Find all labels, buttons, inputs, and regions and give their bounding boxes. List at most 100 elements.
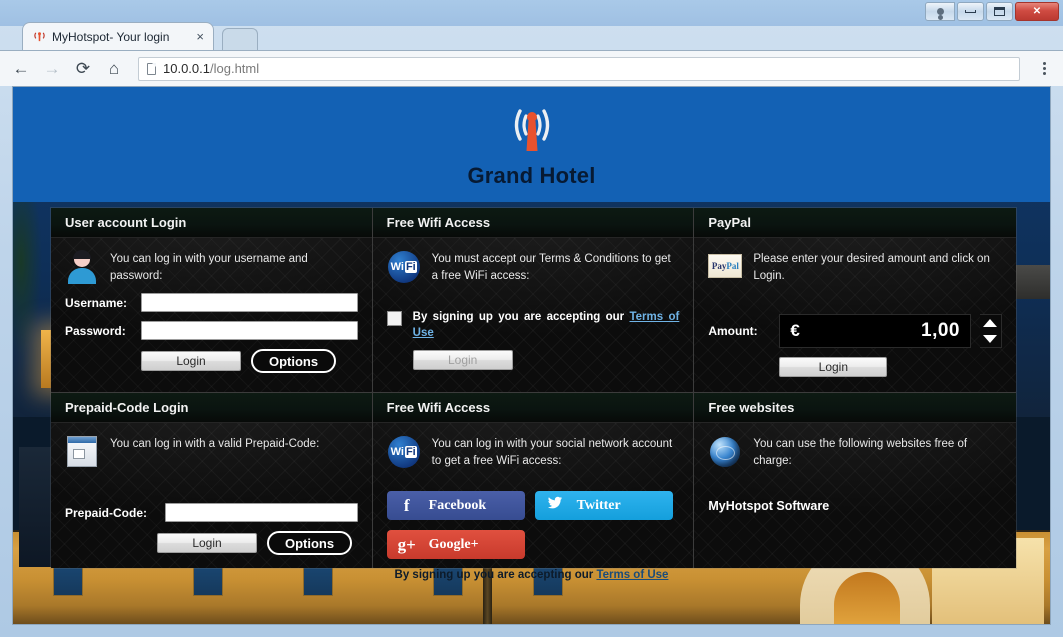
amount-label: Amount: (708, 324, 758, 339)
googleplus-label: Google+ (428, 536, 479, 552)
prepaid-options-button[interactable]: Options (267, 531, 353, 555)
wifi-antenna-icon (489, 103, 575, 163)
tab-close-button[interactable]: × (193, 29, 207, 44)
panel-intro-text: You can use the following websites free … (753, 438, 968, 467)
terms-checkbox[interactable] (386, 311, 402, 327)
username-label: Username: (65, 295, 128, 310)
username-input[interactable] (141, 293, 358, 313)
panel-intro: You can use the following websites free … (708, 435, 1002, 469)
panel-body: Pay Pal Please enter your desired amount … (694, 238, 1016, 392)
user-login-button[interactable]: Login (141, 351, 241, 372)
menu-dot (1042, 72, 1046, 75)
myhotspot-software-link[interactable]: MyHotspot Software (708, 499, 1002, 513)
paypal-login-button[interactable]: Login (779, 357, 888, 378)
terms-text: By signing up you are accepting our Term… (413, 310, 680, 341)
paypal-logo: Pay Pal (708, 254, 743, 278)
password-field-row: Password: (65, 321, 358, 341)
terms-text-prefix: By signing up you are accepting our (412, 311, 630, 324)
free-wifi-login-button[interactable]: Login (412, 350, 513, 371)
panel-prepaid-code-login: Prepaid-Code Login You can log in with a… (51, 393, 373, 568)
terms-checkbox-row: By signing up you are accepting our Term… (386, 310, 680, 341)
facebook-label: Facebook (428, 497, 487, 513)
new-tab-button[interactable] (222, 28, 258, 50)
panel-intro: Wi Fi You can log in with your social net… (387, 435, 680, 469)
panel-body: Wi Fi You must accept our Terms & Conditi… (373, 238, 694, 392)
browser-menu-button[interactable] (1035, 62, 1053, 75)
panel-button-row: Login Options (65, 531, 358, 555)
browser-window: ✕ MyHotspot- Your login × ← → ⟳ ⌂ 10.0.0… (0, 0, 1063, 637)
currency-symbol: € (790, 321, 800, 341)
panel-body: You can log in with your username and pa… (51, 238, 372, 392)
panel-title: Prepaid-Code Login (65, 400, 189, 415)
address-bar[interactable]: 10.0.0.1/log.html (138, 56, 1020, 81)
maximize-button[interactable] (986, 2, 1013, 21)
panel-header: PayPal (694, 208, 1016, 238)
tab-title: MyHotspot- Your login (52, 29, 170, 44)
user-options-button[interactable]: Options (251, 349, 337, 374)
wifi-badge: Wi Fi (387, 251, 420, 283)
user-profile-icon[interactable] (925, 2, 955, 21)
prepaid-code-field-row: Prepaid-Code: (65, 503, 358, 522)
panel-user-account-login: User account Login You can log in with y… (51, 208, 373, 393)
panel-intro-text: You can log in with a valid Prepaid-Code… (110, 438, 320, 450)
panel-button-row: Login Options (65, 349, 358, 374)
amount-value: 1,00 (921, 320, 960, 342)
googleplus-login-button[interactable]: g+ Google+ (386, 530, 525, 560)
maximize-icon (994, 7, 1005, 16)
panel-header: Free Wifi Access (372, 208, 694, 238)
panel-header: User account Login (51, 208, 372, 238)
free-wifi-icon: Wi Fi (387, 435, 421, 469)
password-label: Password: (65, 323, 126, 338)
twitter-icon (545, 495, 565, 516)
panel-paypal: PayPal Pay Pal Please enter your desired … (694, 208, 1016, 393)
panel-header: Prepaid-Code Login (51, 393, 372, 423)
panel-title: Free websites (708, 400, 795, 415)
home-button[interactable]: ⌂ (103, 58, 125, 80)
panel-body: You can use the following websites free … (694, 423, 1016, 568)
close-window-button[interactable]: ✕ (1015, 2, 1059, 21)
login-panel-grid: User account Login You can log in with y… (51, 208, 1016, 568)
footer-text: By signing up you are accepting our (394, 569, 597, 581)
person-glyph (936, 8, 944, 15)
amount-input[interactable]: € 1,00 (779, 314, 971, 349)
panel-body: You can log in with a valid Prepaid-Code… (51, 423, 372, 568)
facebook-icon: f (403, 495, 410, 515)
hotspot-favicon (33, 30, 46, 43)
amount-stepper[interactable] (979, 314, 1002, 349)
facebook-login-button[interactable]: f Facebook (386, 491, 525, 521)
paypal-icon: Pay Pal (708, 250, 743, 284)
prepaid-code-input[interactable] (165, 503, 358, 522)
url-text: 10.0.0.1/log.html (163, 61, 259, 76)
avatar-body (68, 268, 96, 284)
panel-intro: Pay Pal Please enter your desired amount … (708, 250, 1002, 284)
stepper-down-icon[interactable] (983, 335, 998, 344)
panel-title: Free Wifi Access (386, 400, 491, 415)
prepaid-ticket-icon (65, 435, 99, 469)
password-input[interactable] (141, 321, 358, 341)
back-button[interactable]: ← (10, 58, 32, 80)
twitter-label: Twitter (576, 497, 621, 513)
panel-intro-text: You must accept our Terms & Conditions t… (431, 253, 671, 282)
stepper-up-icon[interactable] (983, 319, 998, 328)
minimize-button[interactable] (957, 2, 984, 21)
reload-button[interactable]: ⟳ (72, 58, 94, 80)
prepaid-code-label: Prepaid-Code: (65, 505, 148, 520)
panel-body: Wi Fi You can log in with your social net… (373, 423, 694, 568)
browser-toolbar: ← → ⟳ ⌂ 10.0.0.1/log.html (0, 50, 1063, 86)
globe-glyph (710, 437, 741, 467)
prepaid-login-button[interactable]: Login (157, 533, 257, 553)
panel-free-websites: Free websites You can use the following … (694, 393, 1016, 568)
panel-intro: You can log in with your username and pa… (65, 250, 358, 284)
panel-free-wifi-terms: Free Wifi Access Wi Fi You must accept ou… (372, 208, 695, 393)
twitter-login-button[interactable]: Twitter (534, 491, 673, 521)
window-controls: ✕ (925, 2, 1059, 21)
page-title: Grand Hotel (467, 162, 596, 188)
panel-intro: You can log in with a valid Prepaid-Code… (65, 435, 358, 469)
panel-title: User account Login (65, 215, 187, 230)
panel-intro-text: Please enter your desired amount and cli… (753, 253, 990, 282)
page-viewport: Grand Hotel User account Login You can l… (12, 86, 1051, 625)
username-field-row: Username: (65, 293, 358, 313)
footer-terms-of-use-link[interactable]: Terms of Use (596, 569, 668, 581)
wifi-badge: Wi Fi (387, 436, 420, 468)
browser-tab[interactable]: MyHotspot- Your login × (22, 22, 214, 50)
